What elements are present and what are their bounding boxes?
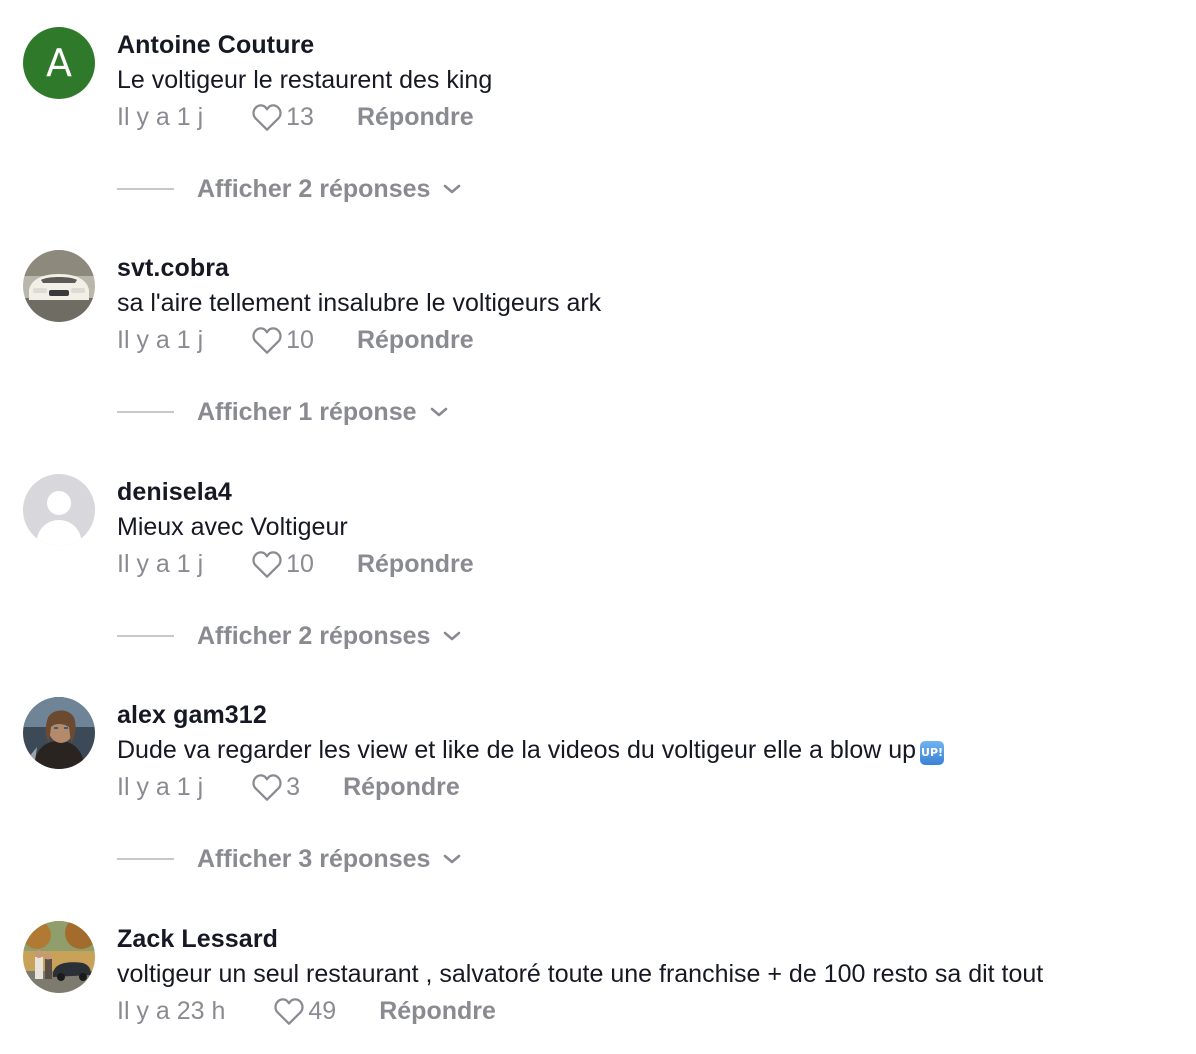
reply-button[interactable]: Répondre [357,103,474,132]
comment-text: Dude va regarder les view et like de la … [117,736,945,765]
comment-item: alex gam312 Dude va regarder les view et… [0,670,1196,893]
comment-text: Mieux avec Voltigeur [117,513,348,541]
comment-meta: Il y a 1 j 3 Répondre [117,770,460,804]
reply-button[interactable]: Répondre [357,326,474,355]
comment-timestamp: Il y a 1 j [117,325,204,354]
comment-timestamp: Il y a 1 j [117,772,204,801]
avatar-initial: A [23,27,95,99]
reply-button[interactable]: Répondre [379,997,496,1026]
chevron-down-icon [429,405,449,419]
default-avatar-icon [23,474,95,546]
heart-outline-icon [252,551,282,578]
chevron-down-icon [442,182,462,196]
like-count: 13 [286,102,314,131]
comment-meta: Il y a 1 j 10 Répondre [117,547,474,581]
like-count: 3 [286,772,301,801]
divider-line [117,858,174,860]
like-button[interactable]: 10 [251,325,357,355]
comment-text-content: Dude va regarder les view et like de la … [117,736,917,764]
view-replies-label: Afficher 2 réponses [197,621,431,650]
reply-button[interactable]: Répondre [357,550,474,579]
comment-timestamp: Il y a 1 j [117,549,204,578]
view-replies-button[interactable]: Afficher 2 réponses [117,172,462,206]
comment-text: Le voltigeur le restaurent des king [117,66,493,94]
divider-line [117,635,174,637]
like-count: 10 [286,549,314,578]
divider-line [117,411,174,413]
comment-timestamp: Il y a 1 j [117,102,204,131]
comment-timestamp: Il y a 23 h [117,996,226,1025]
comment-text: sa l'aire tellement insalubre le voltige… [117,289,602,317]
like-count: 10 [286,325,314,354]
comment-item: A Antoine Couture Le voltigeur le restau… [0,0,1196,223]
heart-outline-icon [252,104,282,131]
view-replies-button[interactable]: Afficher 2 réponses [117,619,462,653]
comment-item: svt.cobra sa l'aire tellement insalubre … [0,223,1196,446]
like-button[interactable]: 13 [251,102,357,132]
view-replies-label: Afficher 3 réponses [197,844,431,873]
heart-outline-icon [252,774,282,801]
view-replies-label: Afficher 1 réponse [197,397,417,426]
comment-item: denisela4 Mieux avec Voltigeur Il y a 1 … [0,447,1196,670]
comment-item: Zack Lessard voltigeur un seul restauran… [0,894,1196,1054]
chevron-down-icon [442,629,462,643]
like-count: 49 [308,996,337,1025]
avatar[interactable] [23,921,95,993]
comment-meta: Il y a 1 j 10 Répondre [117,323,474,357]
car-photo-avatar [23,250,95,322]
avatar[interactable] [23,250,95,322]
avatar[interactable] [23,474,95,546]
like-button[interactable]: 49 [273,996,379,1026]
comment-username[interactable]: Antoine Couture [117,31,314,60]
up-button-emoji: UP! [920,741,945,765]
comment-username[interactable]: alex gam312 [117,701,267,730]
comment-text: voltigeur un seul restaurant , salvatoré… [117,960,1044,988]
comment-username[interactable]: Zack Lessard [117,925,278,954]
view-replies-label: Afficher 2 réponses [197,174,431,203]
chevron-down-icon [442,852,462,866]
heart-outline-icon [274,998,305,1025]
avatar[interactable] [23,697,95,769]
comment-meta: Il y a 1 j 13 Répondre [117,100,474,134]
divider-line [117,188,174,190]
comment-meta: Il y a 23 h 49 Répondre [117,994,496,1028]
comment-username[interactable]: svt.cobra [117,254,229,283]
outdoor-photo-avatar [23,921,95,993]
reply-button[interactable]: Répondre [343,773,460,802]
avatar[interactable]: A [23,27,95,99]
heart-outline-icon [252,327,282,354]
portrait-photo-avatar [23,697,95,769]
like-button[interactable]: 10 [251,549,357,579]
comment-username[interactable]: denisela4 [117,478,232,507]
view-replies-button[interactable]: Afficher 1 réponse [117,395,449,429]
view-replies-button[interactable]: Afficher 3 réponses [117,842,462,876]
like-button[interactable]: 3 [251,772,343,802]
